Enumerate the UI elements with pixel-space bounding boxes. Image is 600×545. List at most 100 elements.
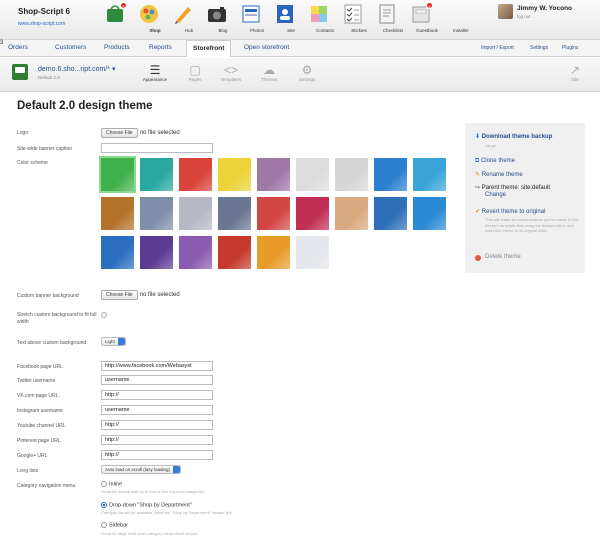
color-scheme-swatch[interactable] <box>179 236 212 269</box>
choose-file-button[interactable]: Choose File <box>101 290 138 300</box>
banner-caption-input[interactable] <box>101 143 213 153</box>
color-scheme-swatch[interactable] <box>296 236 329 269</box>
stretch-bg-checkbox[interactable] <box>101 312 107 318</box>
storefront-icon <box>12 64 28 80</box>
nav-option-sidebar[interactable]: Sidebar <box>101 522 128 528</box>
nav-orders[interactable]: Orders <box>8 44 28 51</box>
logo-label: Logo <box>17 130 29 136</box>
color-scheme-swatch[interactable] <box>140 158 173 191</box>
tab-templates[interactable]: <> Templates <box>214 63 248 82</box>
long-lists-select[interactable]: Auto load on scroll (lazy loading) <box>101 465 182 474</box>
color-scheme-swatch[interactable] <box>413 197 446 230</box>
rename-theme-link[interactable]: ✎ Rename theme <box>475 171 523 178</box>
avatar[interactable] <box>498 4 513 19</box>
app-blog[interactable]: Blog <box>166 2 228 38</box>
color-scheme-swatch[interactable] <box>179 158 212 191</box>
main-nav: Orders Customers Products Reports Storef… <box>0 40 600 57</box>
app-site[interactable]: Site <box>234 2 295 38</box>
color-scheme-swatch[interactable] <box>335 197 368 230</box>
vk-url-input[interactable]: http:// <box>101 390 213 400</box>
change-parent-link[interactable]: Change <box>485 192 506 198</box>
tab-themes[interactable]: ☁ Themes <box>252 63 286 82</box>
nav-import-export[interactable]: Import / Export <box>481 45 514 51</box>
color-scheme-swatch[interactable] <box>257 197 290 230</box>
checklists-icon <box>344 4 362 24</box>
twitter-username-input[interactable]: username <box>101 375 213 385</box>
color-scheme-swatch[interactable] <box>101 236 134 269</box>
googleplus-url-input[interactable]: http:// <box>101 450 213 460</box>
facebook-url-input[interactable]: http://www.facebook.com/Webasyst <box>101 361 213 371</box>
app-contacts[interactable]: Contacts <box>268 2 334 38</box>
app-stickies[interactable]: Stickies <box>302 2 367 38</box>
stretch-bg-label: Stretch custom background to fit full wi… <box>17 312 97 325</box>
color-scheme-swatch[interactable] <box>257 158 290 191</box>
color-scheme-swatch[interactable] <box>257 236 290 269</box>
color-scheme-swatch[interactable] <box>296 197 329 230</box>
tab-appearance[interactable]: ☰ Appearance <box>138 63 172 82</box>
blog-icon <box>175 7 191 24</box>
brand-site-link[interactable]: www.shop-script.com <box>18 21 70 27</box>
pencil-icon: ✎ <box>475 172 481 178</box>
nav-plugins[interactable]: Plugins <box>562 45 578 51</box>
color-scheme-swatch[interactable] <box>140 236 173 269</box>
nav-option-inline[interactable]: Inline <box>101 481 122 487</box>
stickies-icon <box>311 6 327 22</box>
clone-icon: ⧉ <box>475 158 480 164</box>
googleplus-label: Google+ URL <box>17 453 48 459</box>
revert-theme-link[interactable]: ✔ Revert theme to original <box>475 208 545 215</box>
color-scheme-swatch[interactable] <box>413 158 446 191</box>
app-guestbook[interactable]: Guestbook <box>370 2 438 38</box>
nav-customers[interactable]: Customers <box>55 44 86 51</box>
color-scheme-swatch[interactable] <box>218 197 251 230</box>
radio-button[interactable] <box>101 522 107 528</box>
open-storefront-link[interactable]: Open storefront <box>244 44 289 51</box>
color-scheme-swatch[interactable] <box>140 197 173 230</box>
nav-products[interactable]: Products <box>104 44 130 51</box>
nav-storefront[interactable]: Storefront <box>186 40 232 57</box>
app-photos[interactable]: Photos <box>200 2 264 38</box>
logo-file-input[interactable]: Choose File no file selected <box>101 128 180 138</box>
color-scheme-swatch[interactable] <box>374 197 407 230</box>
choose-file-button[interactable]: Choose File <box>101 128 138 138</box>
nav-settings[interactable]: Settings <box>530 45 548 51</box>
banner-bg-file-input[interactable]: Choose File no file selected <box>101 290 180 300</box>
storefront-domain-select[interactable]: demo.6.sho...ript.com/* ▾ <box>38 65 115 73</box>
color-scheme-swatch[interactable] <box>179 197 212 230</box>
youtube-label: Youtube channel URL <box>17 423 66 429</box>
nav-option-dropdown[interactable]: Drop-down "Shop by Department" <box>101 502 192 508</box>
external-link-icon: ↗ <box>569 63 581 77</box>
clone-theme-link[interactable]: ⧉ Clone theme <box>475 158 515 165</box>
nav-reports[interactable]: Reports <box>149 44 172 51</box>
site-link[interactable]: ↗ Site <box>558 63 592 82</box>
app-shop[interactable]: Shop 8 <box>98 2 161 38</box>
top-header: Shop-Script 6 www.shop-script.com Shop 8 H… <box>0 0 600 40</box>
no-file-text: no file selected <box>139 292 180 298</box>
tab-settings[interactable]: ⚙ Settings <box>290 63 324 82</box>
download-backup-link[interactable]: ⬇ Download theme backup <box>475 133 552 140</box>
color-scheme-swatch[interactable] <box>335 158 368 191</box>
color-scheme-swatch[interactable] <box>374 158 407 191</box>
arrow-icon: ↪ <box>475 185 481 191</box>
radio-button[interactable] <box>101 502 107 508</box>
instagram-username-input[interactable]: username <box>101 405 213 415</box>
orders-badge: 3 <box>0 40 7 47</box>
pinterest-url-input[interactable]: http:// <box>101 435 213 445</box>
color-scheme-swatch[interactable] <box>99 156 136 193</box>
delete-theme-link[interactable]: Delete theme <box>485 254 521 260</box>
color-scheme-swatch[interactable] <box>101 197 134 230</box>
color-scheme-swatch[interactable] <box>218 158 251 191</box>
user-name[interactable]: Jimmy W. Yocono <box>517 5 572 12</box>
youtube-url-input[interactable]: http:// <box>101 420 213 430</box>
app-hub[interactable]: Hub <box>132 2 193 38</box>
tab-pages[interactable]: ▢ Pages <box>178 63 212 82</box>
nav-option-desc: Great for menus with up to four or five … <box>101 489 206 494</box>
radio-button[interactable] <box>101 481 107 487</box>
app-installer[interactable]: Installer 4 <box>404 2 469 38</box>
text-color-select[interactable]: Light <box>101 337 126 346</box>
logout-link[interactable]: log out <box>517 14 531 19</box>
color-scheme-swatch[interactable] <box>296 158 329 191</box>
page-title: Default 2.0 design theme <box>17 100 153 112</box>
facebook-label: Facebook page URL <box>17 364 63 370</box>
color-scheme-swatch[interactable] <box>218 236 251 269</box>
app-checklists[interactable]: Checklists <box>336 2 403 38</box>
